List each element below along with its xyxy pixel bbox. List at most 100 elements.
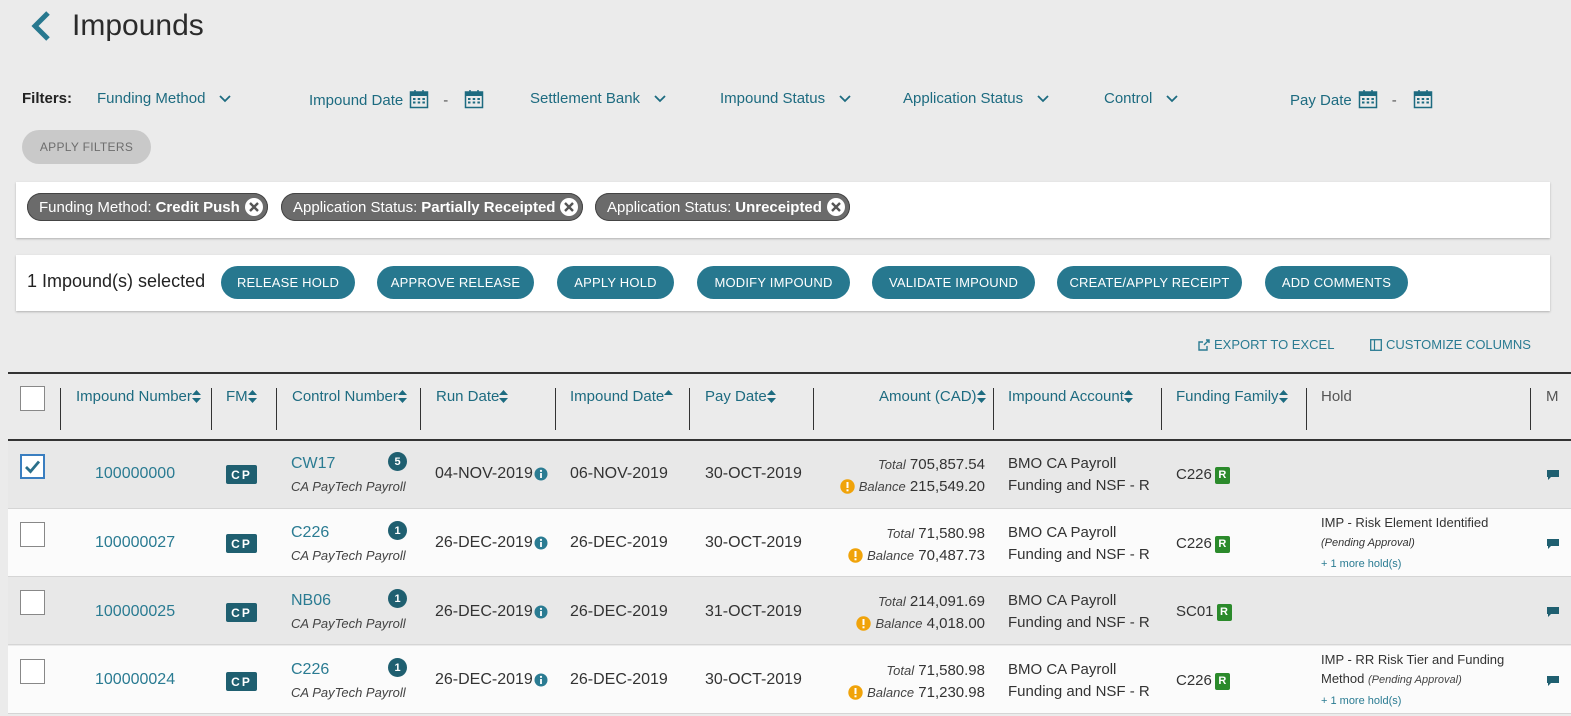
column-header-impound-date[interactable]: Impound Date — [570, 388, 674, 405]
comment-icon[interactable] — [1546, 538, 1560, 550]
comment-icon[interactable] — [1546, 675, 1560, 687]
more-holds-link[interactable]: + 1 more hold(s) — [1321, 695, 1401, 707]
column-header-label: M — [1546, 388, 1559, 405]
export-to-excel-link[interactable]: EXPORT TO EXCEL — [1198, 337, 1334, 352]
column-header-control-number[interactable]: Control Number — [292, 388, 407, 405]
column-divider — [555, 388, 556, 430]
filter-control[interactable]: Control — [1104, 90, 1178, 107]
warning-icon — [848, 548, 863, 563]
select-all-checkbox[interactable] — [20, 386, 45, 411]
filter-chip-key: Application Status: — [293, 198, 418, 216]
impound-account-line2: Funding and NSF - R — [1008, 614, 1150, 631]
impound-number-link[interactable]: 100000000 — [95, 465, 175, 483]
total-label: Total — [878, 457, 906, 472]
column-header-pay-date[interactable]: Pay Date — [705, 388, 776, 405]
hold-reason: IMP - RR Risk Tier and Funding Method (P… — [1321, 650, 1521, 690]
control-number-link[interactable]: CW17 — [291, 455, 335, 473]
customize-columns-link[interactable]: CUSTOMIZE COLUMNS — [1370, 337, 1531, 352]
filter-settlement-bank[interactable]: Settlement Bank — [530, 90, 666, 107]
filter-impound-status[interactable]: Impound Status — [720, 90, 851, 107]
calendar-icon[interactable] — [464, 89, 484, 109]
count-badge: 5 — [388, 452, 407, 471]
balance-value: 215,549.20 — [909, 478, 985, 495]
column-divider — [1161, 388, 1162, 430]
filter-chip-value: Credit Push — [155, 198, 240, 216]
comment-icon[interactable] — [1546, 606, 1560, 618]
apply-filters-button[interactable]: APPLY FILTERS — [22, 130, 151, 164]
funding-family-badge: R — [1214, 672, 1230, 690]
control-number-link[interactable]: C226 — [291, 524, 329, 542]
amount-balance: Balance 215,549.20 — [840, 478, 985, 495]
impound-number-link[interactable]: 100000024 — [95, 671, 175, 689]
row-checkbox[interactable] — [20, 454, 45, 479]
column-header-impound-number[interactable]: Impound Number — [76, 388, 201, 405]
calendar-icon[interactable] — [1413, 89, 1433, 109]
warning-icon — [856, 616, 872, 631]
balance-value: 71,230.98 — [918, 684, 985, 701]
table-row[interactable]: 100000000 CP CW17 5 CA PayTech Payroll 0… — [8, 441, 1571, 509]
row-checkbox[interactable] — [20, 522, 45, 547]
release-hold-button[interactable]: RELEASE HOLD — [221, 266, 355, 299]
column-header-impound-account[interactable]: Impound Account — [1008, 388, 1133, 405]
info-icon[interactable] — [534, 605, 548, 619]
payroll-name: CA PayTech Payroll — [291, 685, 406, 700]
impound-account-line2: Funding and NSF - R — [1008, 546, 1150, 563]
info-icon[interactable] — [534, 536, 548, 550]
filter-application-status[interactable]: Application Status — [903, 90, 1049, 107]
column-divider — [1530, 388, 1531, 430]
control-number-link[interactable]: C226 — [291, 661, 329, 679]
calendar-icon[interactable] — [409, 89, 429, 109]
impound-date: 26-DEC-2019 — [570, 534, 668, 551]
impound-number-link[interactable]: 100000025 — [95, 603, 175, 621]
run-date-value: 26-DEC-2019 — [435, 671, 533, 688]
remove-chip-icon[interactable] — [559, 197, 579, 217]
remove-chip-icon[interactable] — [244, 197, 264, 217]
impound-account-line2: Funding and NSF - R — [1008, 477, 1150, 494]
column-header-amount[interactable]: Amount (CAD) — [879, 388, 986, 405]
row-checkbox[interactable] — [20, 659, 45, 684]
balance-label: Balance — [867, 685, 915, 700]
filter-funding-method[interactable]: Funding Method — [97, 90, 232, 107]
impound-number-link[interactable]: 100000027 — [95, 534, 175, 552]
impound-date: 06-NOV-2019 — [570, 465, 668, 482]
column-header-funding-family[interactable]: Funding Family — [1176, 388, 1288, 405]
total-label: Total — [878, 594, 906, 609]
table-row[interactable]: 100000027 CP C226 1 CA PayTech Payroll 2… — [8, 509, 1571, 577]
balance-label: Balance — [875, 616, 923, 631]
balance-value: 70,487.73 — [918, 547, 985, 564]
more-holds-link[interactable]: + 1 more hold(s) — [1321, 558, 1401, 570]
column-header-run-date[interactable]: Run Date — [436, 388, 509, 405]
info-icon[interactable] — [534, 673, 548, 687]
comment-icon[interactable] — [1546, 469, 1560, 481]
sort-icon — [191, 390, 201, 403]
hold-status: (Pending Approval) — [1321, 537, 1415, 549]
filter-chip: Application Status: Unreceipted — [595, 193, 850, 221]
calendar-icon[interactable] — [1358, 89, 1378, 109]
sort-icon — [1123, 390, 1133, 403]
apply-hold-button[interactable]: APPLY HOLD — [557, 266, 674, 299]
create-apply-receipt-button[interactable]: CREATE/APPLY RECEIPT — [1057, 266, 1242, 299]
control-number-link[interactable]: NB06 — [291, 592, 331, 610]
sort-icon — [397, 390, 407, 403]
back-chevron-icon[interactable] — [30, 8, 60, 44]
filter-impound-status-label: Impound Status — [720, 90, 826, 107]
info-icon[interactable] — [534, 467, 548, 481]
remove-chip-icon[interactable] — [826, 197, 846, 217]
column-header-label: Impound Date — [570, 388, 665, 405]
amount-total: Total 71,580.98 — [886, 525, 985, 542]
add-comments-button[interactable]: ADD COMMENTS — [1265, 266, 1408, 299]
hold-status: (Pending Approval) — [1368, 674, 1462, 686]
table-row[interactable]: 100000025 CP NB06 1 CA PayTech Payroll 2… — [8, 577, 1571, 645]
sort-icon — [499, 390, 509, 403]
funding-family: C226 R — [1176, 466, 1230, 484]
column-header-label: Impound Number — [76, 388, 192, 405]
table-row[interactable]: 100000024 CP C226 1 CA PayTech Payroll 2… — [8, 646, 1571, 714]
modify-impound-button[interactable]: MODIFY IMPOUND — [697, 266, 850, 299]
columns-icon — [1370, 338, 1382, 351]
validate-impound-button[interactable]: VALIDATE IMPOUND — [872, 266, 1035, 299]
filter-pay-date-label: Pay Date — [1290, 92, 1352, 109]
row-checkbox[interactable] — [20, 590, 45, 615]
approve-release-button[interactable]: APPROVE RELEASE — [377, 266, 534, 299]
column-header-fm[interactable]: FM — [226, 388, 257, 405]
chevron-down-icon — [839, 94, 851, 103]
